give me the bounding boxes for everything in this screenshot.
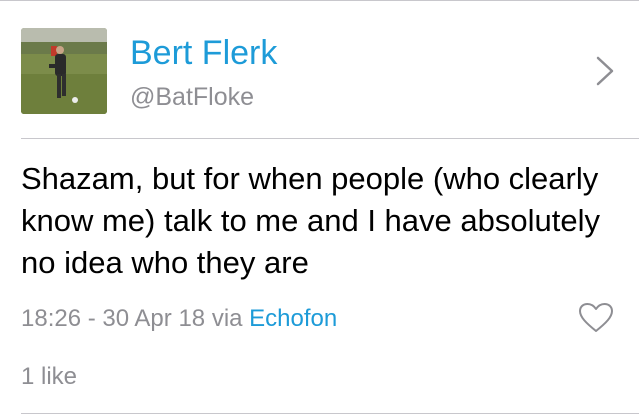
user-handle[interactable]: @BatFloke [130, 81, 254, 113]
tweet-text: Shazam, but for when people (who clearly… [21, 161, 600, 280]
profile-divider [21, 138, 639, 139]
like-count[interactable]: 1 like [21, 360, 77, 394]
tweet-timestamp[interactable]: 18:26 - 30 Apr 18 [21, 305, 205, 332]
bottom-divider [21, 413, 639, 414]
avatar-photo [21, 28, 107, 114]
via-app-link[interactable]: Echofon [249, 305, 337, 332]
heart-icon[interactable] [578, 302, 614, 334]
display-name[interactable]: Bert Flerk [130, 33, 277, 73]
avatar[interactable] [21, 28, 107, 114]
tweet-meta: 18:26 - 30 Apr 18 via Echofon [21, 302, 337, 336]
profile-header[interactable]: Bert Flerk @BatFloke [0, 1, 639, 138]
via-label: via [211, 305, 243, 332]
chevron-right-icon[interactable] [594, 54, 616, 88]
